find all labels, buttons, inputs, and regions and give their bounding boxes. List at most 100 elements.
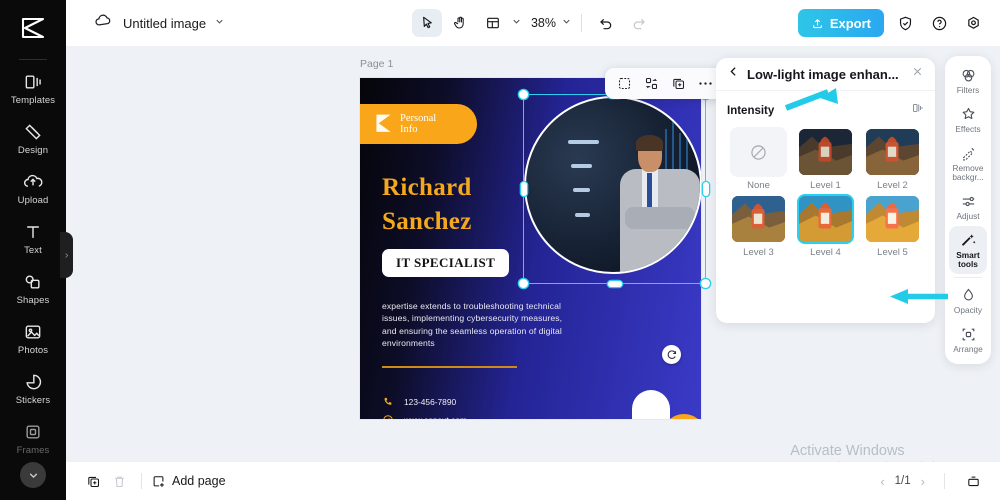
redo-button[interactable]	[624, 9, 654, 37]
sidebar-item-label: Shapes	[16, 295, 50, 306]
tool-label: Arrange	[953, 344, 983, 354]
select-tool-button[interactable]	[411, 9, 442, 37]
intensity-thumb[interactable]	[797, 127, 854, 177]
intensity-thumb[interactable]	[864, 127, 921, 177]
hand-tool-button[interactable]	[445, 9, 475, 37]
capcut-logo[interactable]	[18, 14, 48, 47]
left-sidebar: Templates Design Upload Text Shapes Phot…	[0, 0, 66, 500]
zoom-level-value[interactable]: 38%	[531, 16, 556, 30]
tool-label: Remove backgr...	[952, 163, 984, 182]
sidebar-collapse-handle[interactable]	[60, 232, 73, 278]
tool-remove-background[interactable]: Remove backgr...	[949, 139, 987, 187]
page-indicator: 1/1	[894, 475, 911, 487]
tool-label: Effects	[955, 124, 981, 134]
layout-chevron-down-icon[interactable]	[511, 14, 522, 32]
resize-handle-bottom-right[interactable]	[701, 279, 710, 288]
intensity-option-label: Level 2	[877, 180, 908, 191]
personal-info-badge[interactable]: Personal Info	[360, 104, 477, 144]
chevron-left-icon[interactable]	[727, 65, 740, 83]
toolbar-divider	[581, 14, 583, 32]
sidebar-item-label: Frames	[16, 445, 50, 456]
cutout-icon[interactable]	[612, 71, 637, 96]
design-canvas-card[interactable]: Personal Info Richard Sanchez IT SPECIAL…	[360, 78, 701, 419]
card-phone-value: 123-456-7890	[404, 397, 457, 407]
tool-arrange[interactable]: Arrange	[949, 320, 987, 359]
panel-title: Low-light image enhan...	[747, 66, 899, 82]
tool-filters[interactable]: Filters	[949, 61, 987, 100]
resize-handle-right[interactable]	[702, 182, 709, 196]
bottom-divider	[141, 473, 142, 489]
intensity-thumb[interactable]	[730, 127, 787, 177]
tool-label: Smart tools	[956, 250, 980, 269]
intensity-option-level-4[interactable]: Level 4	[794, 194, 857, 258]
shield-check-icon[interactable]	[892, 10, 918, 36]
page-grid-view-button[interactable]	[960, 468, 986, 494]
intensity-thumb[interactable]	[864, 194, 921, 244]
tool-rail-divider	[954, 277, 982, 278]
bottom-divider	[944, 473, 945, 489]
tool-label: Filters	[956, 85, 980, 95]
rotate-handle-icon[interactable]	[662, 345, 681, 364]
sidebar-item-frames[interactable]: Frames	[0, 414, 66, 464]
sidebar-item-design[interactable]: Design	[0, 114, 66, 164]
tool-adjust[interactable]: Adjust	[949, 187, 987, 226]
tool-opacity[interactable]: Opacity	[949, 281, 987, 320]
no-effect-icon	[751, 144, 766, 160]
sidebar-item-label: Stickers	[15, 395, 51, 406]
page-navigation: ‹ 1/1 ›	[876, 468, 986, 494]
card-name-last: Sanchez	[382, 208, 472, 235]
intensity-option-level-1[interactable]: Level 1	[794, 127, 857, 191]
replace-image-icon[interactable]	[639, 71, 664, 96]
chevron-down-icon[interactable]	[214, 14, 225, 32]
intensity-option-none[interactable]: None	[727, 127, 790, 191]
intensity-option-label: Level 5	[877, 247, 908, 258]
panel-header: Low-light image enhan...	[716, 58, 935, 91]
sidebar-item-shapes[interactable]: Shapes	[0, 264, 66, 314]
delete-page-button[interactable]	[106, 468, 132, 494]
sidebar-item-label: Upload	[17, 195, 49, 206]
sidebar-item-stickers[interactable]: Stickers	[0, 364, 66, 414]
upload-arrow-icon	[812, 18, 822, 28]
intensity-option-level-3[interactable]: Level 3	[727, 194, 790, 258]
add-page-icon	[153, 475, 164, 487]
gear-icon[interactable]	[960, 10, 986, 36]
more-horizontal-icon[interactable]	[693, 71, 718, 96]
sidebar-item-photos[interactable]: Photos	[0, 314, 66, 364]
cloud-save-icon[interactable]	[94, 11, 113, 35]
capcut-logo	[376, 114, 391, 132]
sidebar-item-upload[interactable]: Upload	[0, 164, 66, 214]
intensity-thumb-selected[interactable]	[797, 194, 854, 244]
top-toolbar: Untitled image 38% Export	[66, 0, 1000, 46]
tool-effects[interactable]: Effects	[949, 100, 987, 139]
profile-photo[interactable]	[524, 96, 701, 274]
intensity-options-grid: None Level 1 Level 2 Level 3 Level 4 Lev…	[716, 125, 935, 268]
image-tools-rail: Filters Effects Remove backgr... Adjust …	[945, 56, 991, 364]
card-contact-phone: 123-456-7890	[382, 396, 456, 408]
duplicate-page-button[interactable]	[80, 468, 106, 494]
export-button[interactable]: Export	[797, 9, 884, 37]
sidebar-item-templates[interactable]: Templates	[0, 64, 66, 114]
undo-button[interactable]	[591, 9, 621, 37]
close-icon[interactable]	[911, 65, 924, 83]
compare-before-after-icon[interactable]	[910, 101, 924, 120]
layout-tool-button[interactable]	[478, 9, 508, 37]
intensity-option-level-5[interactable]: Level 5	[861, 194, 924, 258]
sidebar-item-label: Photos	[17, 345, 49, 356]
sidebar-item-label: Templates	[10, 95, 56, 106]
zoom-chevron-down-icon[interactable]	[561, 14, 572, 32]
document-title[interactable]: Untitled image	[123, 16, 206, 31]
card-role-pill[interactable]: IT SPECIALIST	[382, 249, 510, 277]
duplicate-icon[interactable]	[666, 71, 691, 96]
tool-smart-tools[interactable]: Smart tools	[949, 226, 987, 274]
add-page-button[interactable]: Add page	[151, 474, 226, 489]
sidebar-item-label: Design	[17, 145, 49, 156]
intensity-option-level-2[interactable]: Level 2	[861, 127, 924, 191]
question-circle-icon[interactable]	[926, 10, 952, 36]
intensity-section-header: Intensity	[716, 91, 935, 125]
intensity-thumb[interactable]	[730, 194, 787, 244]
prev-page-button[interactable]: ‹	[876, 474, 888, 489]
sidebar-item-text[interactable]: Text	[0, 214, 66, 264]
expand-sidebar-button[interactable]	[20, 462, 46, 488]
image-floating-toolbar	[605, 68, 725, 99]
next-page-button[interactable]: ›	[917, 474, 929, 489]
